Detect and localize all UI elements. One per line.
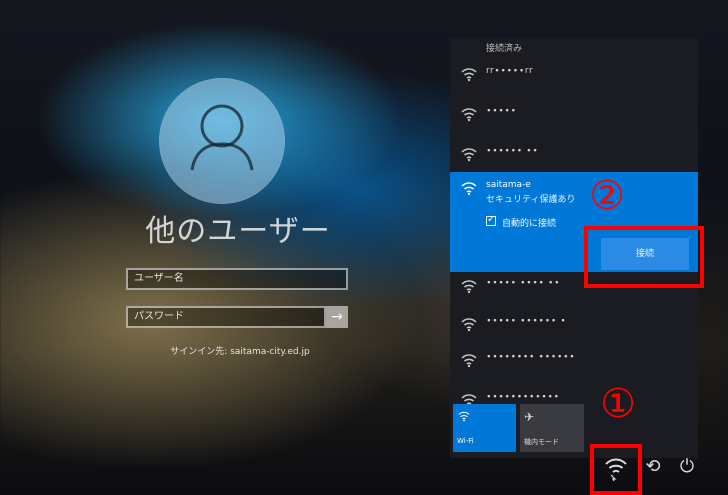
auto-connect-checkbox[interactable]: [486, 214, 496, 226]
wifi-icon: [461, 148, 477, 162]
network-name: ∙∙∙∙∙: [486, 106, 517, 116]
network-item[interactable]: ∙∙∙∙∙ ∙∙∙∙∙∙ ∙: [450, 306, 698, 342]
power-icon[interactable]: ⏻: [676, 456, 698, 478]
user-avatar-icon: [190, 104, 254, 171]
network-name: rr∙∙∙∙∙rr: [486, 66, 534, 76]
wifi-icon: [461, 68, 477, 82]
auto-connect-label: 自動的に接続: [502, 219, 557, 229]
network-name: ∙∙∙∙∙∙∙∙ ∙∙∙∙∙∙: [486, 352, 576, 362]
selected-network-name: saitama-e: [486, 180, 531, 190]
airplane-mode-tile[interactable]: ✈ 機内モード: [520, 404, 584, 452]
network-item[interactable]: ∙∙∙∙∙∙∙∙ ∙∙∙∙∙∙: [450, 342, 698, 378]
ease-of-access-icon[interactable]: ⟲: [642, 456, 664, 478]
network-name: ∙∙∙∙∙ ∙∙∙∙ ∙∙: [486, 278, 561, 288]
selected-network-security: セキュリティ保護あり: [486, 195, 576, 205]
lock-screen: 他のユーザー ユーザー名 パスワード → サインイン先: saitama-cit…: [0, 0, 728, 495]
network-item[interactable]: ∙∙∙∙∙∙ ∙∙: [450, 136, 698, 172]
network-name: ∙∙∙∙∙ ∙∙∙∙∙∙ ∙: [486, 316, 567, 326]
user-avatar: [159, 78, 285, 204]
airplane-tile-label: 機内モード: [524, 438, 559, 446]
wifi-icon: [458, 411, 470, 422]
network-item[interactable]: ∙∙∙∙∙ ∙∙∙∙ ∙∙: [450, 268, 698, 304]
step-1-marker: ①: [600, 381, 636, 427]
wifi-icon: [461, 318, 477, 332]
username-field[interactable]: ユーザー名: [126, 268, 348, 290]
wifi-icon: [461, 280, 477, 294]
wifi-tile-label: Wi-Fi: [457, 437, 474, 445]
step-2-marker: ②: [589, 173, 625, 219]
network-name: ∙∙∙∙∙∙∙∙∙∙∙∙: [486, 392, 560, 402]
user-title: 他のユーザー: [145, 214, 331, 249]
sign-in-domain: サインイン先: saitama-city.ed.jp: [170, 347, 310, 357]
submit-arrow-button[interactable]: →: [326, 306, 348, 328]
network-item[interactable]: rr∙∙∙∙∙rr: [450, 56, 698, 92]
network-icon[interactable]: [603, 455, 629, 481]
airplane-icon: ✈: [524, 410, 535, 424]
password-field[interactable]: パスワード: [126, 306, 326, 328]
wifi-icon: [461, 182, 477, 196]
network-item[interactable]: ∙∙∙∙∙: [450, 96, 698, 132]
wifi-icon: [461, 108, 477, 122]
network-name: ∙∙∙∙∙∙ ∙∙: [486, 146, 539, 156]
connected-label: 接続済み: [486, 44, 523, 54]
wifi-icon: [461, 354, 477, 368]
wifi-toggle-tile[interactable]: Wi-Fi: [453, 404, 516, 452]
